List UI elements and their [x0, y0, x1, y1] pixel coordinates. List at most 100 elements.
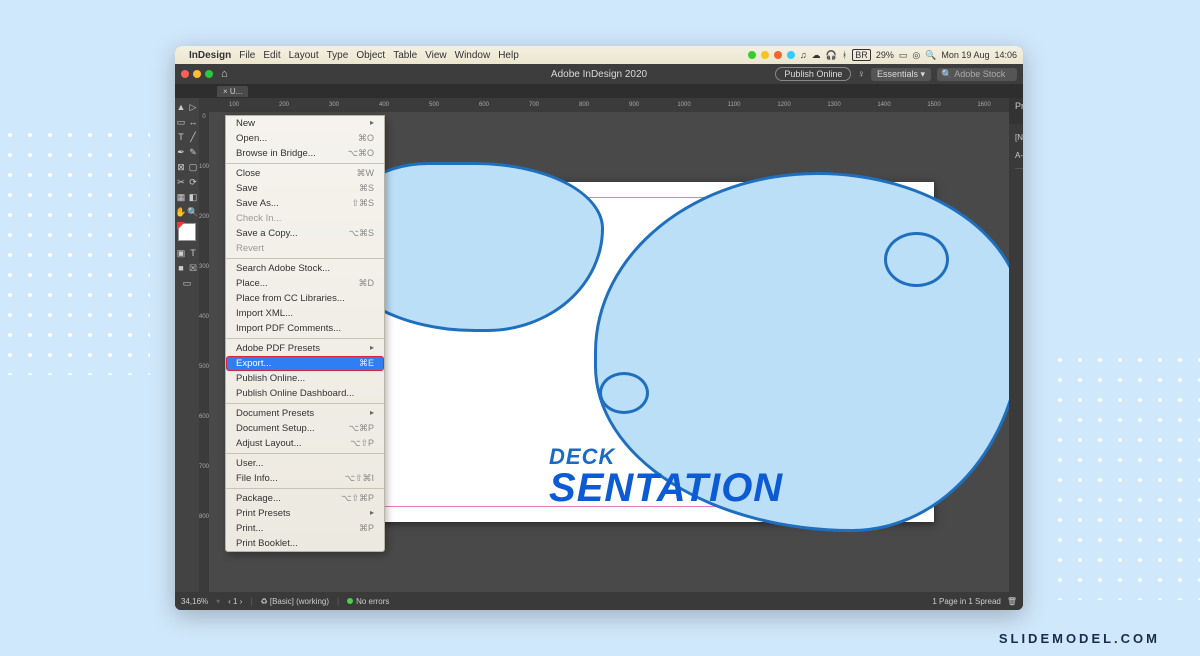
- file-menu-item[interactable]: Print Booklet...: [226, 536, 384, 551]
- app-titlebar: ⌂ Adobe InDesign 2020 Publish Online ♀ E…: [175, 64, 1023, 84]
- lightbulb-icon[interactable]: ♀: [857, 69, 865, 80]
- file-menu-item[interactable]: Search Adobe Stock...: [226, 261, 384, 276]
- file-menu-item[interactable]: Open...⌘O: [226, 131, 384, 146]
- file-menu-item[interactable]: New: [226, 116, 384, 131]
- menu-file[interactable]: File: [239, 50, 255, 61]
- preflight-status[interactable]: No errors: [347, 597, 389, 606]
- none-master-label[interactable]: [None]: [1015, 133, 1023, 142]
- headset-icon: 🎧: [826, 50, 837, 61]
- app-window: InDesign File Edit Layout Type Object Ta…: [175, 46, 1023, 610]
- wifi-icon: ◎: [912, 50, 920, 61]
- menu-layout[interactable]: Layout: [289, 50, 319, 61]
- search-input[interactable]: 🔍 Adobe Stock: [937, 68, 1017, 81]
- hand-tool-icon[interactable]: ✋: [175, 205, 187, 219]
- file-menu-item[interactable]: Publish Online...: [226, 371, 384, 386]
- document-tabs: × U...: [175, 84, 1023, 98]
- file-menu-item[interactable]: Place...⌘D: [226, 276, 384, 291]
- transform-tool-icon[interactable]: ⟳: [187, 175, 199, 189]
- vertical-ruler: 0100200300400500600700800: [199, 98, 209, 592]
- file-menu-item: Check In...: [226, 211, 384, 226]
- mac-menubar: InDesign File Edit Layout Type Object Ta…: [175, 46, 1023, 64]
- file-menu-item[interactable]: Package...⌥⇧⌘P: [226, 491, 384, 506]
- file-menu-item[interactable]: Browse in Bridge...⌥⌘O: [226, 146, 384, 161]
- publish-online-button[interactable]: Publish Online: [775, 67, 851, 81]
- app-title: Adobe InDesign 2020: [551, 69, 647, 80]
- decorative-dots: [0, 125, 150, 375]
- decorative-dots: [1050, 350, 1200, 600]
- screen-mode-icon[interactable]: ▭: [175, 276, 199, 290]
- right-panels: Properties Pages CC Librarie [None] A-Ma…: [1009, 98, 1023, 592]
- file-menu-item[interactable]: Publish Online Dashboard...: [226, 386, 384, 401]
- selection-tool-icon[interactable]: ▲: [175, 100, 187, 114]
- page-tool-icon[interactable]: ▭: [175, 115, 187, 129]
- horizontal-ruler: 1002003004005006007008009001000110012001…: [209, 98, 1009, 112]
- spread-info: 1 Page in 1 Spread: [932, 597, 1001, 606]
- rectangle-frame-tool-icon[interactable]: ⊠: [175, 160, 187, 174]
- menu-window[interactable]: Window: [455, 50, 491, 61]
- apply-none-icon[interactable]: ☒: [187, 261, 199, 275]
- tab-properties[interactable]: Properties: [1009, 98, 1023, 124]
- menu-help[interactable]: Help: [498, 50, 519, 61]
- direct-select-tool-icon[interactable]: ▷: [187, 100, 199, 114]
- file-menu-item[interactable]: Print Presets: [226, 506, 384, 521]
- file-menu-item[interactable]: Import PDF Comments...: [226, 321, 384, 336]
- file-menu-item[interactable]: Save a Copy...⌥⌘S: [226, 226, 384, 241]
- scissors-tool-icon[interactable]: ✂: [175, 175, 187, 189]
- menu-edit[interactable]: Edit: [263, 50, 280, 61]
- document-tab[interactable]: × U...: [217, 86, 248, 97]
- file-menu-item: Revert: [226, 241, 384, 256]
- gradient-tool-icon[interactable]: ▦: [175, 190, 187, 204]
- statusbar: 34,16% ▾ ‹ 1 › | ♻ [Basic] (working) | N…: [175, 592, 1023, 610]
- lang-badge[interactable]: BR: [852, 49, 871, 61]
- file-menu-item[interactable]: Adobe PDF Presets: [226, 341, 384, 356]
- document-page[interactable]: DECK SENTATION: [364, 182, 934, 522]
- apply-color-icon[interactable]: ■: [175, 261, 187, 275]
- file-menu-item[interactable]: User...: [226, 456, 384, 471]
- spotlight-icon[interactable]: 🔍: [925, 50, 936, 61]
- file-menu-item[interactable]: Place from CC Libraries...: [226, 291, 384, 306]
- menubar-status: ♫ ☁ 🎧 ᚼ BR 29% ▭ ◎ 🔍 Mon 19 Aug 14:06: [748, 49, 1017, 61]
- pencil-tool-icon[interactable]: ✎: [187, 145, 199, 159]
- app-name[interactable]: InDesign: [189, 50, 231, 61]
- file-menu-item[interactable]: Export...⌘E: [226, 356, 384, 371]
- mode-icon[interactable]: T: [187, 246, 199, 260]
- pen-tool-icon[interactable]: ✒: [175, 145, 187, 159]
- menu-table[interactable]: Table: [393, 50, 417, 61]
- file-menu-item[interactable]: File Info...⌥⇧⌘I: [226, 471, 384, 486]
- a-master-label[interactable]: A-Master: [1015, 151, 1023, 160]
- shape-blob[interactable]: [599, 372, 649, 414]
- menu-type[interactable]: Type: [327, 50, 349, 61]
- menu-object[interactable]: Object: [356, 50, 385, 61]
- mode-icon[interactable]: ▣: [175, 246, 187, 260]
- attribution-text: SLIDEMODEL.COM: [999, 631, 1160, 646]
- zoom-tool-icon[interactable]: 🔍: [187, 205, 199, 219]
- profile-status[interactable]: ♻ [Basic] (working): [260, 597, 329, 606]
- line-tool-icon[interactable]: ╱: [187, 130, 199, 144]
- home-icon[interactable]: ⌂: [221, 68, 228, 80]
- shape-blob[interactable]: [884, 232, 949, 287]
- rectangle-tool-icon[interactable]: ▢: [187, 160, 199, 174]
- page-nav[interactable]: ‹ 1 ›: [228, 597, 242, 606]
- file-menu-item[interactable]: Document Setup...⌥⌘P: [226, 421, 384, 436]
- file-menu-item[interactable]: Adjust Layout...⌥⇧P: [226, 436, 384, 451]
- toolbox: ▲▷ ▭↔ T╱ ✒✎ ⊠▢ ✂⟳ ▦◧ ✋🔍 ▣T ■☒ ▭: [175, 98, 199, 592]
- workspace-select[interactable]: Essentials ▾: [871, 68, 931, 81]
- file-menu-item[interactable]: Close⌘W: [226, 166, 384, 181]
- fill-stroke-swatch[interactable]: [178, 223, 196, 241]
- gap-tool-icon[interactable]: ↔: [187, 115, 199, 129]
- file-menu-item[interactable]: Print...⌘P: [226, 521, 384, 536]
- date-text: Mon 19 Aug: [941, 50, 989, 60]
- menu-view[interactable]: View: [425, 50, 447, 61]
- zoom-level[interactable]: 34,16%: [181, 597, 208, 606]
- file-menu-item[interactable]: Import XML...: [226, 306, 384, 321]
- headphones-icon: ♫: [800, 50, 807, 60]
- file-menu-item[interactable]: Save⌘S: [226, 181, 384, 196]
- file-menu-item[interactable]: Document Presets: [226, 406, 384, 421]
- window-controls[interactable]: [181, 70, 213, 78]
- pages-panel: [None] A-Master 1: [1009, 124, 1023, 592]
- file-menu-item[interactable]: Save As...⇧⌘S: [226, 196, 384, 211]
- type-tool-icon[interactable]: T: [175, 130, 187, 144]
- swatch-tool-icon[interactable]: ◧: [187, 190, 199, 204]
- text-frame[interactable]: SENTATION: [549, 466, 783, 511]
- trash-icon[interactable]: 🗑: [1007, 597, 1017, 606]
